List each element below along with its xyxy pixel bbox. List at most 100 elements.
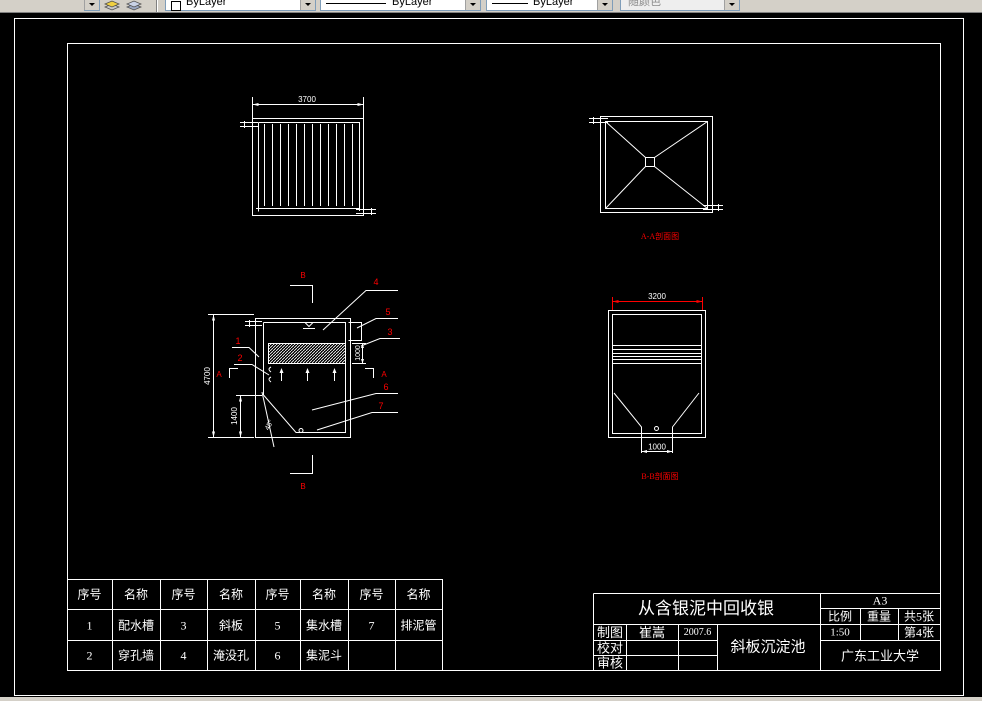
plan-view: 3700	[240, 95, 376, 216]
parts-table-cell: 淹没孔	[213, 648, 249, 663]
callout-4: 4	[373, 277, 378, 287]
parts-table-cell: 2	[87, 649, 93, 663]
section-height-dimension-text: 4700	[203, 367, 212, 385]
previous-combo-dropdown-button[interactable]	[84, 0, 100, 11]
sheet-size: A3	[873, 594, 888, 608]
color-control-dropdown[interactable]: ByLayer	[165, 0, 316, 11]
drawing-name: 斜板沉淀池	[730, 638, 805, 656]
color-control-arrow[interactable]	[300, 0, 315, 10]
drawing-date: 2007.6	[684, 627, 712, 638]
sheet-number: 第4张	[904, 626, 934, 640]
aa-center-outlet	[645, 157, 655, 167]
approved-label: 审核	[597, 656, 623, 671]
linetype-sample-line	[326, 3, 386, 4]
parts-table-cell: 斜板	[219, 619, 243, 633]
callout-2: 2	[237, 353, 242, 363]
title-block: 从含银泥中回收银 A3 比例 重量 共5张 1:50 第4张 广东工业大学 斜板…	[593, 593, 941, 671]
parts-table-cell: 穿孔墙	[118, 648, 154, 663]
plan-outlet-pipe	[356, 208, 376, 215]
properties-toolbar: ByLayer ByLayer ByLayer 随颜色	[0, 0, 982, 13]
bb-tank-outline	[608, 310, 706, 438]
section-main-view: 45° 4700 1400 1000 B B A A 1 2 3 4 5 6 7	[203, 271, 400, 491]
parts-table-cell: 6	[275, 649, 281, 663]
parts-table-cell: 7	[369, 619, 375, 633]
model-space-canvas[interactable]: 3700 A-A剖面图 45° 4700 1400 1000 B B A A 1…	[0, 0, 982, 701]
chevron-down-icon	[470, 3, 476, 6]
plan-inclined-plates	[264, 124, 353, 206]
parts-table: 序号 名称 序号 名称 序号 名称 序号 名称 1 配水槽 3 斜板 5 集水槽…	[67, 579, 443, 671]
plan-width-dimension-text: 3700	[298, 95, 316, 104]
parts-table-header-row: 序号 名称 序号 名称 序号 名称 序号 名称	[77, 587, 430, 602]
bb-width-dimension-text: 3200	[648, 292, 666, 301]
lineweight-control-value: ByLayer	[533, 0, 574, 8]
parts-table-header: 名称	[124, 587, 148, 602]
sheet-inner-frame	[67, 43, 941, 671]
callout-1: 1	[235, 336, 240, 346]
total-sheets: 共5张	[904, 610, 934, 624]
linetype-control-value: ByLayer	[392, 0, 433, 8]
section-perforated-wall-holes	[268, 366, 272, 383]
parts-table-cell: 3	[181, 619, 187, 633]
section-hopper-dimension-text: 1400	[230, 407, 239, 425]
chevron-down-icon	[305, 3, 311, 6]
drawn-label: 制图	[597, 625, 623, 640]
parts-table-header: 名称	[312, 587, 336, 602]
parts-table-cell: 4	[181, 649, 187, 663]
parts-table-header: 序号	[265, 587, 289, 602]
section-aa-view: A-A剖面图	[589, 116, 723, 241]
callout-6: 6	[383, 382, 388, 392]
plot-style-arrow[interactable]	[724, 0, 739, 10]
aa-tank-outline	[600, 116, 713, 213]
color-control-value: ByLayer	[186, 0, 227, 8]
chevron-down-icon	[729, 3, 735, 6]
section-cut-markers	[229, 285, 374, 474]
previous-combo-arrow[interactable]	[84, 0, 99, 10]
section-sludge-pipe	[298, 428, 304, 433]
callout-5: 5	[385, 307, 390, 317]
cut-a-right-label: A	[381, 370, 387, 379]
plot-style-dropdown[interactable]: 随颜色	[620, 0, 740, 11]
chevron-down-icon	[602, 3, 608, 6]
cut-a-left-label: A	[216, 370, 222, 379]
section-inclined-plates	[268, 343, 346, 364]
parts-table-header: 名称	[219, 587, 243, 602]
linetype-control-dropdown[interactable]: ByLayer	[320, 0, 481, 11]
cut-b-top-label: B	[300, 271, 305, 280]
table-row: 2 穿孔墙 4 淹没孔 6 集泥斗	[87, 648, 343, 663]
lineweight-control-arrow[interactable]	[597, 0, 612, 10]
parts-table-header: 名称	[406, 587, 430, 602]
section-plate-dimension-text: 1000	[355, 345, 362, 361]
bb-inclined-plates	[612, 345, 702, 364]
parts-table-header: 序号	[171, 587, 195, 602]
section-inner-walls-and-hopper	[263, 322, 346, 433]
section-slope-angle-text: 45°	[263, 418, 275, 431]
water-level-icon	[303, 322, 315, 329]
chevron-down-icon	[89, 3, 95, 6]
cut-b-bottom-label: B	[300, 482, 305, 491]
parts-table-cell: 1	[87, 619, 93, 633]
layers-icon[interactable]	[104, 0, 120, 11]
section-bb-view: 3200 1000 B-B剖面图	[608, 292, 706, 481]
aa-section-caption: A-A剖面图	[641, 231, 679, 241]
linetype-control-arrow[interactable]	[465, 0, 480, 10]
project-title: 从含银泥中回收银	[638, 599, 774, 618]
layer-previous-icon[interactable]	[126, 0, 142, 11]
section-flow-arrow-heads	[279, 368, 337, 373]
lineweight-control-dropdown[interactable]: ByLayer	[486, 0, 613, 11]
checked-label: 校对	[597, 641, 623, 656]
parts-table-cell: 配水槽	[118, 619, 154, 633]
bottom-window-edge	[0, 697, 982, 701]
drawn-by: 崔嵩	[639, 625, 665, 640]
parts-table-cell: 集泥斗	[306, 648, 342, 663]
parts-table-header: 序号	[77, 587, 101, 602]
bb-outlet-dimension-text: 1000	[648, 443, 666, 452]
title-block-text: 从含银泥中回收银 A3 比例 重量 共5张 1:50 第4张 广东工业大学 斜板…	[597, 594, 934, 671]
callout-7: 7	[378, 401, 383, 411]
color-swatch-icon	[171, 1, 181, 11]
parts-table-cell: 集水槽	[306, 618, 342, 633]
aa-inlet-pipe	[589, 117, 608, 124]
callout-3: 3	[387, 327, 392, 337]
parts-table-cell: 排泥管	[400, 618, 436, 633]
plan-inlet-pipe	[240, 121, 258, 128]
plan-tank-outline	[252, 118, 364, 216]
